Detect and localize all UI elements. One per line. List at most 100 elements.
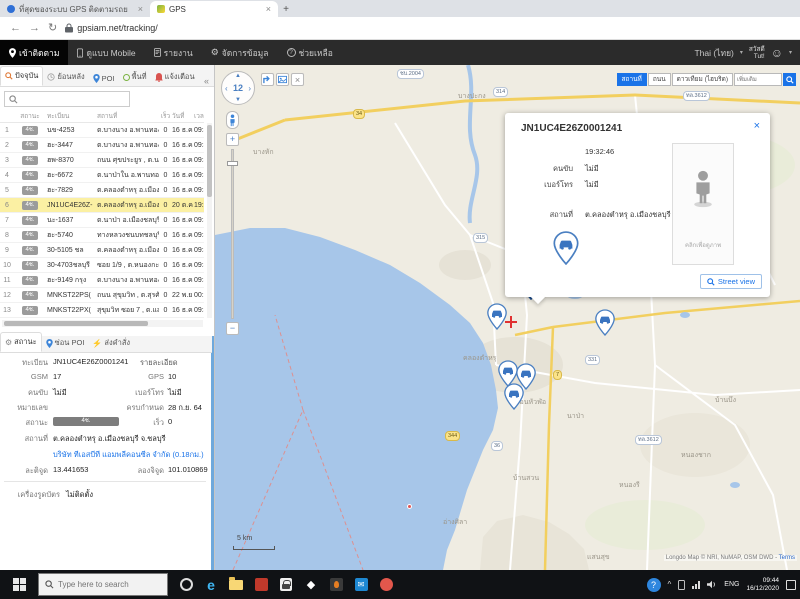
nav-item-tracking[interactable]: เข้าติดตาม — [0, 40, 68, 65]
column-header[interactable]: เวลา — [193, 111, 204, 121]
device-icon[interactable] — [678, 580, 685, 590]
column-header[interactable]: ทะเบียน — [46, 111, 96, 121]
pan-right-icon[interactable]: › — [248, 84, 251, 93]
browser-tab-2[interactable]: GPS × — [150, 1, 278, 17]
taskbar-search[interactable] — [38, 573, 168, 596]
street-view-button[interactable]: Street view — [700, 274, 762, 289]
red-app-icon[interactable] — [253, 577, 269, 593]
panel-scrollbar[interactable] — [211, 336, 214, 570]
layer-button-places[interactable]: สถานที่ — [617, 73, 647, 86]
column-header[interactable]: สถานะ — [13, 111, 46, 121]
pan-down-icon[interactable]: ▼ — [235, 97, 241, 103]
lock-app-icon[interactable] — [278, 577, 294, 593]
table-row[interactable]: 114ช.ฮะ-9149 กรุงต.บางนาง อ.พานทอง จ.ชลบ… — [0, 273, 204, 288]
help-tray-icon[interactable]: ? — [647, 578, 661, 592]
table-horizontal-scrollbar[interactable] — [2, 320, 203, 327]
table-row[interactable]: 74ช.นะ-1637ต.นาป่า อ.เมืองชลบุรี จ.ชลบุร… — [0, 213, 204, 228]
tab-poi[interactable]: POI — [89, 71, 119, 86]
street-view-preview[interactable]: คลิกเพื่อดูภาพ — [672, 143, 734, 265]
route-tool-button[interactable] — [261, 73, 274, 86]
table-row[interactable]: 104ช.30-4703ชลบุรีซอย 1/9 , ต.หนองกะขะ อ… — [0, 258, 204, 273]
column-header[interactable]: วันที่ — [171, 111, 193, 121]
browser-tab-1[interactable]: ที่สุดของระบบ GPS ติดตามรถย × — [0, 1, 150, 17]
map-search-input[interactable] — [734, 73, 782, 86]
nav-item-help[interactable]: ? ช่วยเหลือ — [278, 40, 342, 65]
user-avatar-icon[interactable]: ☺ — [771, 47, 783, 59]
taskbar-search-input[interactable] — [58, 580, 153, 589]
tab-history[interactable]: ย้อนหลัง — [43, 68, 88, 86]
table-row[interactable]: 14ช.นข-4253ต.บางนาง อ.พานทอง จ.ชลบ016 ธ.… — [0, 123, 204, 138]
table-vertical-scrollbar[interactable] — [207, 123, 212, 318]
details-link[interactable]: รายละเอียด — [140, 357, 178, 369]
back-icon[interactable]: ← — [10, 23, 21, 34]
zoom-out-button[interactable]: − — [226, 322, 239, 335]
table-row[interactable]: 34ช.ฮพ-8370ถนน ศุขประยูร , ต.นาป่า อ.เมื… — [0, 153, 204, 168]
nearest-poi-link[interactable]: บริษัท ทีเอสบีที แอมพลีคอนซีล จำกัด (0.1… — [53, 449, 204, 461]
vehicle-marker[interactable] — [487, 303, 507, 330]
orange-app-icon[interactable] — [378, 577, 394, 593]
layer-button-road[interactable]: ถนน — [648, 73, 671, 86]
map-canvas[interactable]: บางปะกงบางหักหนองตำลึงพานทองมาบโป่งคลองต… — [215, 65, 800, 570]
pan-up-icon[interactable]: ▲ — [235, 73, 241, 79]
pan-left-icon[interactable]: ‹ — [225, 84, 228, 93]
url-field[interactable]: gpsiam.net/tracking/ — [65, 23, 158, 33]
collapse-sidebar-icon[interactable]: « — [199, 76, 214, 86]
table-row[interactable]: 54ช.ฮะ-7829ต.คลองตำหรุ อ.เมืองชลบุรี จ.0… — [0, 183, 204, 198]
map-search-button[interactable] — [783, 73, 796, 86]
start-button[interactable] — [0, 570, 38, 599]
language-indicator[interactable]: ENG — [724, 581, 739, 588]
new-tab-button[interactable]: + — [278, 3, 294, 17]
column-header[interactable]: สถานที่ — [96, 111, 159, 121]
chevron-down-icon[interactable]: ▾ — [789, 49, 792, 56]
forward-icon[interactable]: → — [29, 23, 40, 34]
column-header[interactable]: เร็ว — [159, 111, 171, 121]
vehicle-marker[interactable] — [595, 309, 615, 336]
table-row[interactable]: 64ช.JN1UC4E26Z-ต.คลองตำหรุ อ.เมืองชลบุรี… — [0, 198, 204, 213]
close-icon[interactable]: × — [266, 5, 271, 14]
attribution-link[interactable]: Terms — [779, 555, 795, 561]
close-icon[interactable]: × — [138, 5, 143, 14]
map-pan-control[interactable]: ▲ ▼ ‹ › 12 — [221, 71, 255, 105]
table-row[interactable]: 94ช.30-5105 ชลต.คลองตำหรุ อ.เมืองชลบุรี … — [0, 243, 204, 258]
dropbox-icon[interactable]: ◆ — [303, 577, 319, 593]
table-row[interactable]: 44ช.ฮะ-6672ต.นาป่าใน อ.พานทอง จ.ชลบ016 ธ… — [0, 168, 204, 183]
table-row[interactable]: 134ช.MNKST22PX(สุขุมวิท ซอย 7 , ต.แสนสุข… — [0, 303, 204, 318]
tab-current[interactable]: ปัจจุบัน — [0, 66, 43, 86]
reload-icon[interactable]: ↻ — [48, 23, 57, 34]
tab-geofence[interactable]: พื้นที่ — [119, 68, 151, 86]
close-icon[interactable]: × — [754, 120, 760, 132]
tab-hide-poi[interactable]: ซ่อน POI — [42, 334, 89, 352]
layer-button-satellite[interactable]: ดาวเทียม (ไฮบริด) — [672, 73, 733, 86]
table-row[interactable]: 124ช.MNKST22PS(ถนน สุขุมวิท , ต.สุรศักดิ… — [0, 288, 204, 303]
show-hidden-icons[interactable]: ^ — [668, 580, 672, 589]
table-row[interactable]: 24ช.ฮะ-3447ต.บางนาง อ.พานทอง จ.ชลบ016 ธ.… — [0, 138, 204, 153]
close-tools-button[interactable]: × — [291, 73, 304, 86]
poi-dot[interactable] — [407, 504, 412, 509]
tab-status[interactable]: ⚙ สถานะ — [0, 332, 42, 352]
action-center-icon[interactable] — [786, 580, 796, 590]
network-icon[interactable] — [692, 581, 700, 589]
table-row[interactable]: 84ช.ฮะ-5740ทางหลวงชนบทชลบุรี , ต.บาง016 … — [0, 228, 204, 243]
tab-send-command[interactable]: ⚡ ส่งคำสั่ง — [88, 334, 134, 352]
search-input[interactable] — [21, 95, 121, 104]
zoom-level: 12 — [233, 83, 243, 93]
image-tool-button[interactable] — [276, 73, 289, 86]
volume-icon[interactable] — [707, 580, 717, 589]
zoom-in-button[interactable]: + — [226, 133, 239, 146]
pegman-button[interactable] — [226, 111, 239, 129]
edge-icon[interactable]: e — [203, 577, 219, 593]
file-explorer-icon[interactable] — [228, 577, 244, 593]
mail-icon[interactable]: ✉ — [353, 577, 369, 593]
dark-app-icon[interactable] — [328, 577, 344, 593]
search-box[interactable] — [4, 91, 130, 107]
cortana-icon[interactable] — [178, 577, 194, 593]
nav-item-manage-data[interactable]: ⚙ จัดการข้อมูล — [202, 40, 278, 65]
nav-item-reports[interactable]: รายงาน — [145, 40, 202, 65]
zoom-slider-track[interactable] — [231, 149, 234, 319]
taskbar-clock[interactable]: 09:44 16/12/2020 — [746, 577, 779, 593]
zoom-slider-thumb[interactable] — [227, 161, 238, 166]
tab-alerts[interactable]: แจ้งเตือน — [151, 68, 199, 86]
vehicle-marker[interactable] — [504, 383, 524, 410]
nav-item-mobile-view[interactable]: ดูแบบ Mobile — [68, 40, 144, 65]
language-selector[interactable]: Thai (ไทย) — [694, 46, 733, 60]
